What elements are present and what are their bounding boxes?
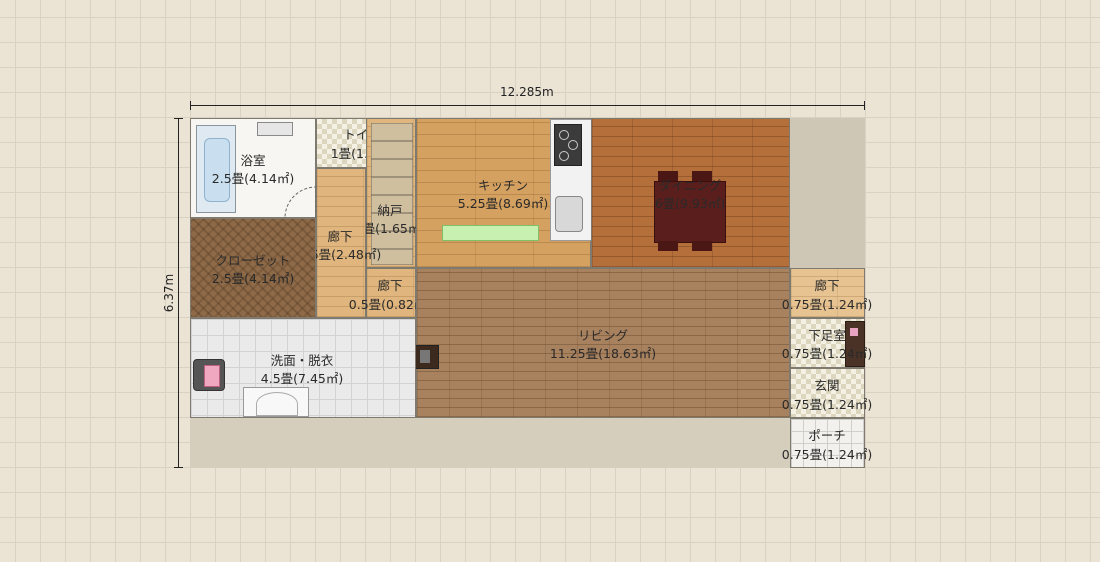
room-hallway-3-name: 廊下	[814, 278, 840, 293]
room-dining-name: ダイニング	[658, 178, 722, 193]
room-closet-area: 2.5畳(4.14㎡)	[211, 271, 295, 286]
room-entrance-area: 0.75畳(1.24㎡)	[781, 397, 873, 412]
room-dining-area: 6畳(9.93㎡)	[654, 196, 726, 211]
staircase-icon	[371, 123, 413, 265]
washbasin-icon	[243, 387, 309, 417]
room-living-name: リビング	[577, 328, 629, 343]
room-hallway-1-name: 廊下	[327, 229, 353, 244]
room-kitchen-area: 5.25畳(8.69㎡)	[457, 196, 549, 211]
bath-faucet-icon	[257, 122, 293, 136]
bath-door-swing-icon	[284, 186, 317, 219]
room-porch-area: 0.75畳(1.24㎡)	[781, 447, 873, 462]
room-hallway-3-area: 0.75畳(1.24㎡)	[781, 297, 873, 312]
washing-machine-icon	[193, 359, 225, 391]
dining-chair-4	[692, 241, 712, 251]
room-shoe-room-name: 下足室	[808, 328, 846, 343]
room-kitchen-name: キッチン	[477, 178, 529, 193]
room-closet-name: クローゼット	[215, 253, 291, 268]
kitchen-counter	[550, 119, 592, 241]
room-storage-name: 納戸	[377, 203, 403, 218]
room-washroom-area: 4.5畳(7.45㎡)	[260, 371, 344, 386]
room-entrance-name: 玄関	[814, 378, 840, 393]
room-bath-area: 2.5畳(4.14㎡)	[211, 171, 295, 186]
room-bath-name: 浴室	[240, 153, 266, 168]
room-living-area: 11.25畳(18.63㎡)	[549, 346, 657, 361]
stove-icon	[554, 124, 582, 166]
floor-plan: 浴室 2.5畳(4.14㎡) トイレ 1畳(1.65㎡) 納戸 1畳(1.65㎡…	[0, 0, 1100, 562]
kitchen-island-counter	[442, 225, 539, 241]
dining-chair-3	[658, 241, 678, 251]
sink-icon	[555, 196, 583, 232]
room-porch-name: ポーチ	[808, 428, 846, 443]
room-washroom-name: 洗面・脱衣	[270, 353, 334, 368]
room-hallway-2-name: 廊下	[377, 278, 403, 293]
room-shoe-room-area: 0.75畳(1.24㎡)	[781, 346, 873, 361]
bathtub	[196, 125, 236, 213]
